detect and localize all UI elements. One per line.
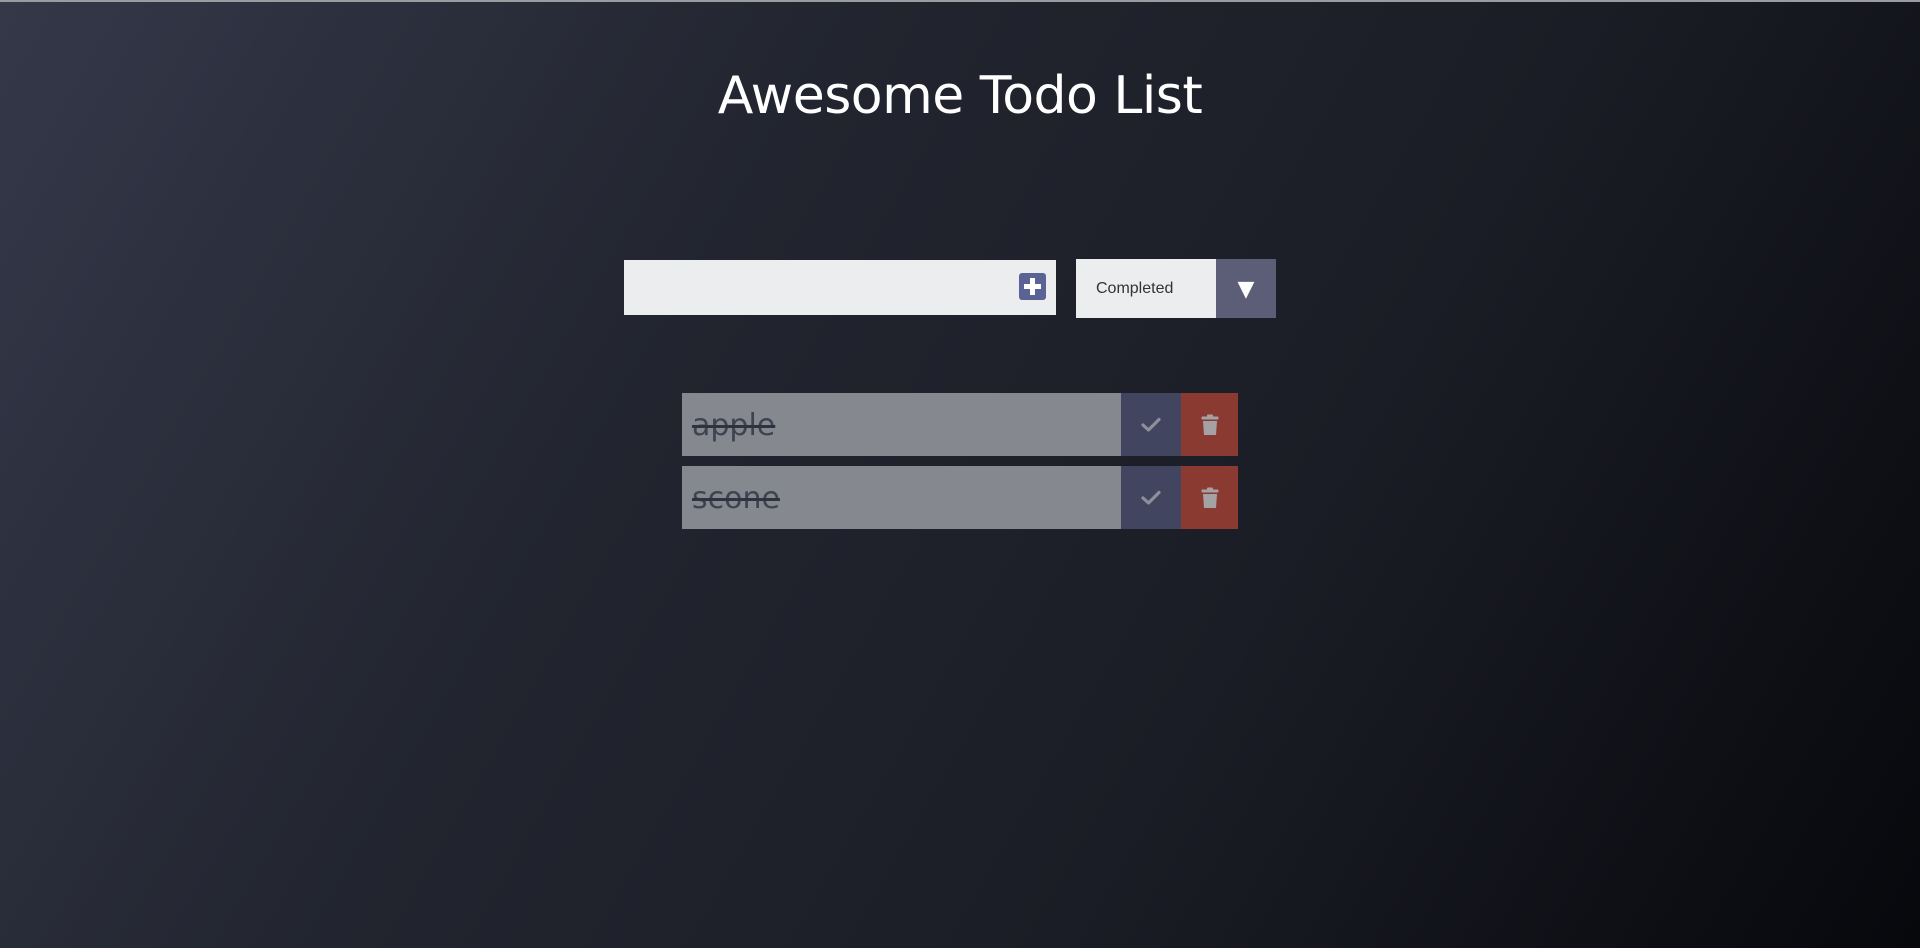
page-title: Awesome Todo List	[717, 66, 1203, 126]
filter-selected-value: Completed	[1096, 280, 1174, 297]
filter-select[interactable]: Completed ▼	[1076, 259, 1276, 318]
todo-item-text: scone	[692, 481, 780, 516]
check-icon	[1141, 490, 1161, 505]
todo-input[interactable]	[624, 260, 1004, 315]
todo-item: apple	[682, 393, 1238, 456]
todo-list: apple scone	[682, 393, 1238, 539]
trash-button[interactable]	[1181, 393, 1238, 456]
todo-item-text: apple	[692, 408, 776, 443]
add-todo-button[interactable]	[1019, 273, 1046, 300]
dropdown-arrow-icon[interactable]: ▼	[1216, 259, 1276, 318]
trash-icon	[1201, 487, 1218, 508]
check-icon	[1141, 417, 1161, 432]
complete-button[interactable]	[1121, 393, 1181, 456]
todo-item: scone	[682, 466, 1238, 529]
plus-square-icon	[1024, 278, 1041, 295]
trash-button[interactable]	[1181, 466, 1238, 529]
trash-icon	[1201, 414, 1218, 435]
complete-button[interactable]	[1121, 466, 1181, 529]
todo-input-container	[624, 260, 1056, 315]
